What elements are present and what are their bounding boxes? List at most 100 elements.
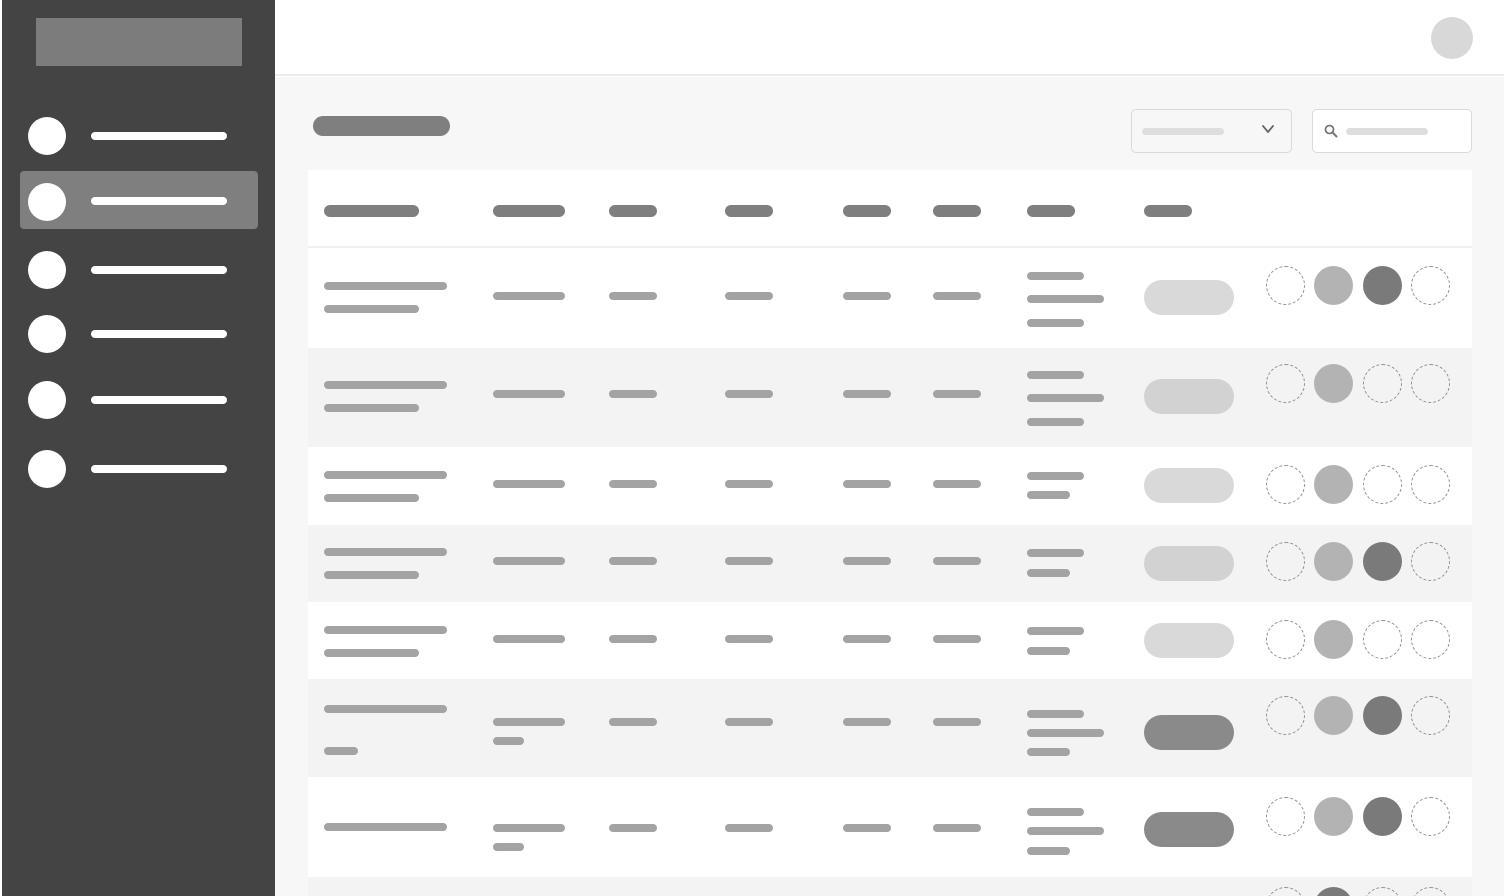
- cell-text: [933, 635, 981, 643]
- indicator-filled: [1314, 465, 1353, 504]
- cell-text: [933, 390, 981, 398]
- cell-text: [324, 305, 419, 313]
- status-badge: [1144, 715, 1234, 750]
- data-table: [308, 170, 1472, 896]
- column-header[interactable]: [933, 205, 981, 217]
- indicator-empty: [1266, 887, 1305, 896]
- status-badge: [1144, 812, 1234, 847]
- cell-text: [1027, 491, 1070, 499]
- sidebar-item-3[interactable]: [20, 241, 258, 299]
- cell-text: [324, 548, 447, 556]
- indicator-filled: [1363, 797, 1402, 836]
- cell-text: [324, 747, 358, 755]
- indicator-empty: [1411, 266, 1450, 305]
- cell-text: [324, 404, 419, 412]
- cell-text: [1027, 827, 1104, 835]
- cell-text: [609, 292, 657, 300]
- indicator-filled: [1314, 887, 1353, 896]
- column-header[interactable]: [843, 205, 891, 217]
- sidebar: [2, 0, 275, 896]
- cell-text: [324, 282, 447, 290]
- cell-text: [1027, 295, 1104, 303]
- table-row[interactable]: [308, 602, 1472, 679]
- cell-text: [725, 718, 773, 726]
- top-bar: [275, 0, 1504, 76]
- cell-text: [843, 480, 891, 488]
- indicator-empty: [1411, 696, 1450, 735]
- table-row[interactable]: [308, 877, 1472, 896]
- cell-text: [843, 718, 891, 726]
- cell-text: [609, 718, 657, 726]
- sidebar-item-label: [91, 330, 227, 338]
- cell-text: [725, 292, 773, 300]
- cell-text: [725, 635, 773, 643]
- indicator-empty: [1411, 887, 1450, 896]
- search-placeholder: [1346, 128, 1428, 135]
- status-badge: [1144, 623, 1234, 658]
- cell-text: [933, 480, 981, 488]
- indicator-empty: [1266, 797, 1305, 836]
- indicator-empty: [1266, 364, 1305, 403]
- chevron-down-icon: [1262, 125, 1274, 133]
- circle-icon: [28, 251, 66, 289]
- cell-text: [609, 557, 657, 565]
- status-badge: [1144, 546, 1234, 581]
- table-header: [308, 170, 1472, 248]
- indicator-empty: [1363, 887, 1402, 896]
- column-header[interactable]: [1027, 205, 1075, 217]
- sidebar-item-label: [91, 396, 227, 404]
- main-content: [275, 77, 1504, 896]
- cell-text: [493, 718, 565, 726]
- page-title: [313, 116, 450, 136]
- cell-text: [324, 381, 447, 389]
- circle-icon: [28, 450, 66, 488]
- indicator-empty: [1411, 620, 1450, 659]
- cell-text: [493, 824, 565, 832]
- filter-placeholder: [1142, 128, 1224, 135]
- indicator-empty: [1411, 797, 1450, 836]
- table-row[interactable]: [308, 348, 1472, 447]
- cell-text: [933, 557, 981, 565]
- cell-text: [1027, 394, 1104, 402]
- avatar[interactable]: [1431, 17, 1473, 59]
- cell-text: [933, 718, 981, 726]
- column-header[interactable]: [609, 205, 657, 217]
- circle-icon: [28, 117, 66, 155]
- column-header[interactable]: [725, 205, 773, 217]
- cell-text: [324, 649, 419, 657]
- cell-text: [843, 824, 891, 832]
- sidebar-item-5[interactable]: [20, 371, 258, 429]
- column-header[interactable]: [493, 205, 565, 217]
- cell-text: [609, 824, 657, 832]
- sidebar-item-label: [91, 266, 227, 274]
- cell-text: [725, 557, 773, 565]
- table-row[interactable]: [308, 248, 1472, 348]
- indicator-empty: [1411, 542, 1450, 581]
- cell-text: [1027, 272, 1084, 280]
- sidebar-item-2[interactable]: [20, 171, 258, 229]
- filter-dropdown[interactable]: [1131, 109, 1292, 153]
- column-header[interactable]: [1144, 205, 1192, 217]
- table-row[interactable]: [308, 777, 1472, 877]
- sidebar-item-6[interactable]: [20, 440, 258, 498]
- indicator-empty: [1266, 266, 1305, 305]
- cell-text: [1027, 710, 1084, 718]
- search-input[interactable]: [1312, 109, 1472, 153]
- cell-text: [324, 494, 419, 502]
- cell-text: [493, 480, 565, 488]
- indicator-filled: [1314, 542, 1353, 581]
- table-row[interactable]: [308, 525, 1472, 602]
- cell-text: [324, 705, 447, 713]
- indicator-empty: [1363, 364, 1402, 403]
- sidebar-item-4[interactable]: [20, 305, 258, 363]
- table-row[interactable]: [308, 679, 1472, 777]
- sidebar-item-1[interactable]: [20, 107, 258, 165]
- cell-text: [843, 292, 891, 300]
- sidebar-item-label: [91, 197, 227, 205]
- column-header[interactable]: [324, 205, 419, 217]
- indicator-empty: [1266, 620, 1305, 659]
- circle-icon: [28, 183, 66, 221]
- table-row[interactable]: [308, 447, 1472, 525]
- cell-text: [1027, 549, 1084, 557]
- cell-text: [1027, 748, 1070, 756]
